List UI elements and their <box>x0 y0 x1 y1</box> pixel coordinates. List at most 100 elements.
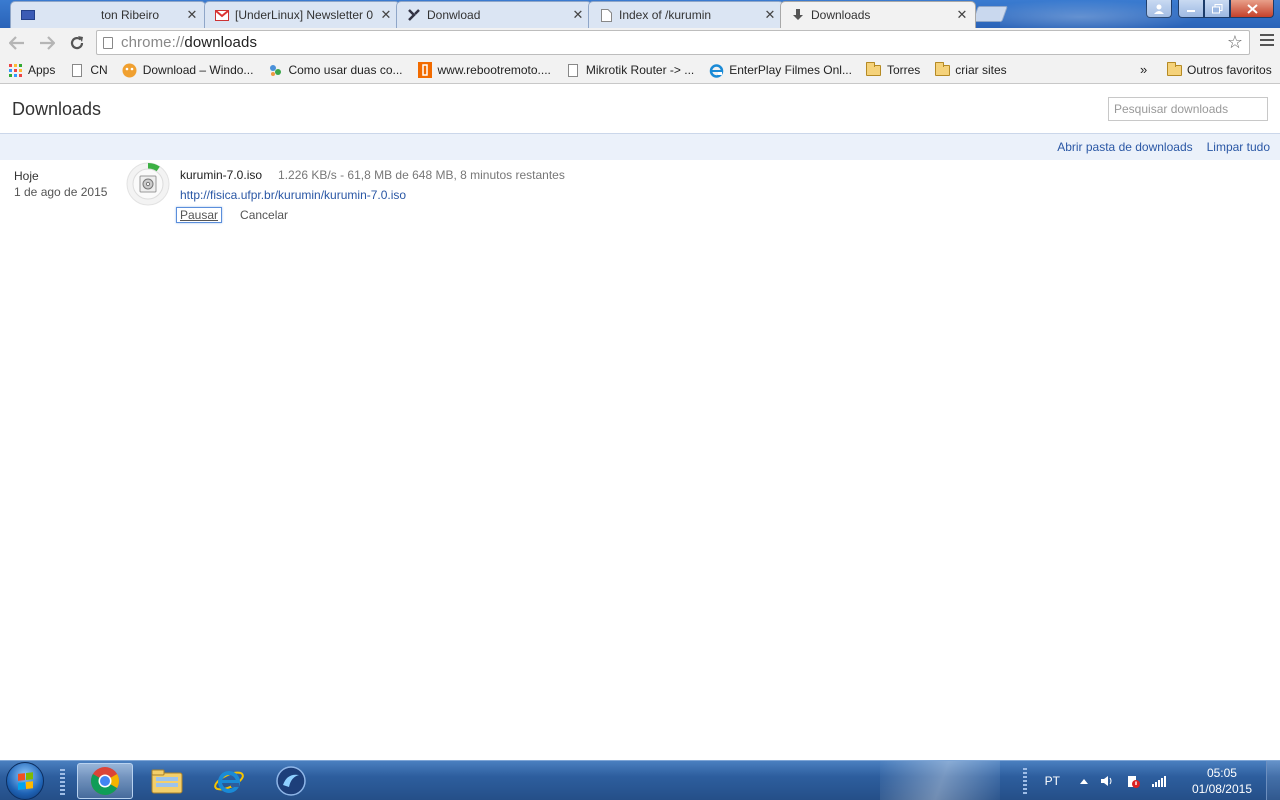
minimize-icon <box>1187 9 1195 12</box>
cancel-button[interactable]: Cancelar <box>240 208 288 222</box>
pause-button[interactable]: Pausar <box>176 207 223 223</box>
tab-3[interactable]: Donwload ✕ <box>396 1 592 28</box>
action-center-icon[interactable] <box>1126 774 1140 788</box>
restore-button[interactable] <box>1204 0 1230 18</box>
address-bar[interactable]: chrome://downloads ☆ <box>96 30 1250 55</box>
bookmark-other-favorites[interactable]: Outros favoritos <box>1166 61 1272 78</box>
clock-time: 05:05 <box>1206 766 1237 780</box>
reload-icon <box>70 35 84 49</box>
back-arrow-icon <box>9 35 24 50</box>
taskbar-explorer[interactable] <box>139 763 195 799</box>
bookmark-star-icon[interactable]: ☆ <box>1227 32 1243 53</box>
download-progress-indicator <box>125 161 171 207</box>
bookmark-rebootremoto[interactable]: www.rebootremoto.... <box>417 62 551 78</box>
bookmark-como-usar[interactable]: Como usar duas co... <box>267 62 403 78</box>
page-icon <box>599 8 613 22</box>
bookmark-folder-torres[interactable]: Torres <box>866 61 921 78</box>
tab-downloads[interactable]: Downloads ✕ <box>780 1 976 28</box>
tab-title: [UnderLinux] Newsletter 0 <box>235 8 374 22</box>
clear-all-link[interactable]: Limpar tudo <box>1207 140 1270 154</box>
bookmark-label: Como usar duas co... <box>288 63 403 77</box>
taskbar-internet-explorer[interactable] <box>201 763 257 799</box>
close-icon[interactable]: ✕ <box>185 8 199 22</box>
downloads-header: Downloads <box>0 85 1280 133</box>
mail-icon <box>21 8 35 22</box>
taskbar-app[interactable] <box>263 763 319 799</box>
close-window-button[interactable] <box>1230 0 1274 18</box>
back-button[interactable] <box>4 31 30 55</box>
bookmark-enterplay[interactable]: EnterPlay Filmes Onl... <box>708 62 852 78</box>
download-icon <box>791 8 805 22</box>
forward-button[interactable] <box>34 31 60 55</box>
taskbar-chrome[interactable] <box>77 763 133 799</box>
bookmark-mikrotik[interactable]: Mikrotik Router -> ... <box>565 62 694 78</box>
gmail-icon <box>215 8 229 22</box>
bookmark-download-windows[interactable]: Download – Windo... <box>122 62 254 78</box>
language-indicator[interactable]: PT <box>1045 774 1060 788</box>
clock[interactable]: 05:05 01/08/2015 <box>1192 765 1252 797</box>
download-controls: Pausar Cancelar <box>176 207 288 223</box>
date-full-label: 1 de ago de 2015 <box>14 185 108 199</box>
site-favicon-icon <box>267 62 283 78</box>
bookmark-label: Torres <box>886 63 921 77</box>
window-controls <box>1146 0 1274 18</box>
start-button[interactable] <box>6 762 44 800</box>
user-icon <box>1154 4 1164 14</box>
show-desktop-button[interactable] <box>1266 761 1280 800</box>
app-swirl-icon <box>276 766 306 796</box>
bookmark-apps[interactable]: Apps <box>7 62 55 78</box>
download-source-url[interactable]: http://fisica.ufpr.br/kurumin/kurumin-7.… <box>180 188 565 202</box>
close-icon[interactable]: ✕ <box>763 8 777 22</box>
tab-1[interactable]: ton Ribeiro ✕ <box>10 1 206 28</box>
folder-icon <box>151 769 183 794</box>
apps-grid-icon <box>7 62 23 78</box>
system-tray: PT 05:05 01/08/2015 <box>1022 761 1280 800</box>
chrome-menu-button[interactable] <box>1260 34 1274 48</box>
profile-button[interactable] <box>1146 0 1172 18</box>
tab-strip: ton Ribeiro ✕ [UnderLinux] Newsletter 0 … <box>0 0 1280 28</box>
bookmark-label: Download – Windo... <box>142 63 254 77</box>
url-path: downloads <box>184 34 258 51</box>
page-icon <box>103 36 113 49</box>
url-text[interactable]: chrome://downloads <box>121 34 257 51</box>
ie-icon <box>708 62 724 78</box>
windows-logo-icon <box>18 772 34 790</box>
folder-icon <box>866 61 882 78</box>
tab-2[interactable]: [UnderLinux] Newsletter 0 ✕ <box>204 1 400 28</box>
bookmark-label: CN <box>90 63 108 77</box>
download-date-group: Hoje 1 de ago de 2015 <box>14 168 107 200</box>
site-favicon-icon <box>122 62 138 78</box>
new-tab-button[interactable] <box>972 6 1008 22</box>
volume-icon[interactable] <box>1100 775 1114 787</box>
tray-grip <box>1022 768 1027 794</box>
windows-taskbar: PT 05:05 01/08/2015 <box>0 760 1280 800</box>
forward-arrow-icon <box>40 35 55 50</box>
bookmark-label: criar sites <box>955 63 1007 77</box>
show-hidden-icons-button[interactable] <box>1079 778 1088 784</box>
close-icon <box>1246 3 1258 14</box>
bookmark-cn[interactable]: CN <box>69 62 108 78</box>
bookmark-folder-criar-sites[interactable]: criar sites <box>934 61 1007 78</box>
close-icon[interactable]: ✕ <box>379 8 393 22</box>
tab-title: Donwload <box>427 8 481 22</box>
chevron-up-icon <box>1079 779 1088 784</box>
network-icon[interactable] <box>1151 775 1166 787</box>
page-icon <box>69 62 85 78</box>
bookmarks-bar: Apps CN Download – Windo... Como usar du… <box>0 57 1280 84</box>
open-downloads-folder-link[interactable]: Abrir pasta de downloads <box>1057 140 1192 154</box>
download-file-name[interactable]: kurumin-7.0.iso <box>180 168 262 182</box>
close-icon[interactable]: ✕ <box>955 8 969 22</box>
close-icon[interactable]: ✕ <box>571 8 585 22</box>
restore-icon <box>1211 3 1222 13</box>
search-downloads-input[interactable] <box>1108 97 1268 121</box>
tab-title: Index of /kurumin <box>619 8 712 22</box>
folder-icon <box>934 61 950 78</box>
download-status: 1.226 KB/s - 61,8 MB de 648 MB, 8 minuto… <box>278 168 565 182</box>
tab-title: Downloads <box>811 8 871 22</box>
reload-button[interactable] <box>64 31 90 55</box>
tab-4[interactable]: Index of /kurumin ✕ <box>588 1 784 28</box>
minimize-button[interactable] <box>1178 0 1204 18</box>
ie-icon <box>214 771 244 793</box>
tab-title: ton Ribeiro <box>101 8 160 22</box>
bookmarks-overflow-button[interactable]: » <box>1140 62 1147 77</box>
